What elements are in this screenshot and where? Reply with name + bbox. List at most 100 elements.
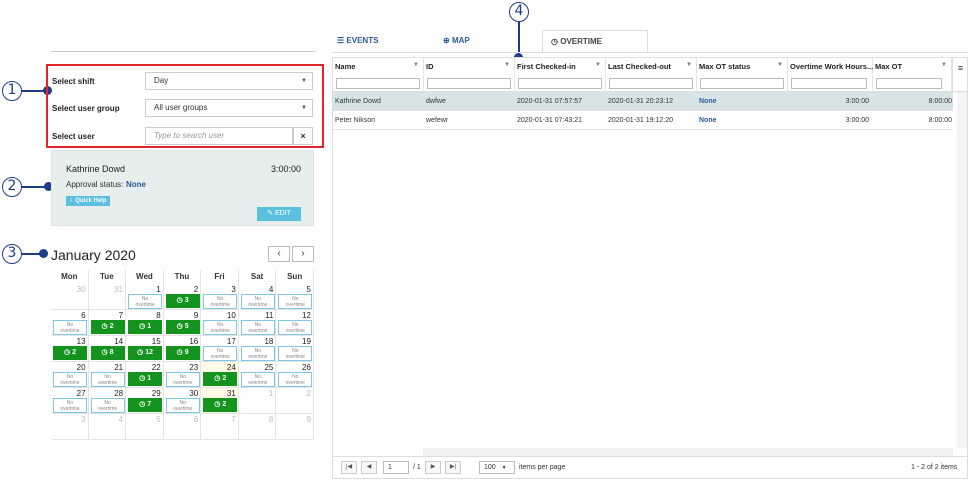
overtime-badge[interactable]: ◷ 8 [90, 346, 125, 360]
calendar-prev-button[interactable]: ‹ [268, 246, 290, 262]
overtime-badge[interactable]: ◷ 2 [90, 320, 125, 334]
calendar-day[interactable]: 13 ◷ 2 [51, 336, 89, 362]
calendar-day[interactable]: 15 ◷ 12 [126, 336, 164, 362]
calendar-day[interactable]: 8 [238, 414, 277, 440]
filter-name-input[interactable] [336, 78, 420, 89]
overtime-badge[interactable]: ◷ 2 [203, 398, 238, 412]
page-size-select[interactable]: 100 ▼ [479, 461, 515, 474]
calendar-day[interactable]: 3 No overtime [201, 284, 239, 310]
column-overtime-hours[interactable]: Overtime Work Hours... [788, 58, 873, 92]
shift-select[interactable]: Day ▼ [145, 72, 313, 90]
calendar-day[interactable]: 5 No overtime [276, 284, 314, 310]
calendar-day[interactable]: 18 No overtime [238, 336, 277, 362]
clear-user-button[interactable]: × [293, 127, 313, 145]
overtime-badge[interactable]: ◷ 7 [128, 398, 163, 412]
column-max-ot[interactable]: Max OT ▼ [873, 58, 952, 92]
calendar-day[interactable]: 8 ◷ 1 [126, 310, 164, 336]
overtime-badge[interactable]: ◷ 2 [203, 372, 238, 386]
calendar-day[interactable]: 2 [276, 388, 314, 414]
tab-events[interactable]: ☰ EVENTS [337, 30, 378, 52]
filter-id-input[interactable] [427, 78, 511, 89]
filter-max-ot-input[interactable] [876, 78, 942, 89]
calendar-day[interactable]: 11 No overtime [238, 310, 277, 336]
first-page-button[interactable]: |◀ [341, 461, 357, 474]
chevron-down-icon[interactable]: ▼ [686, 62, 692, 68]
column-max-ot-status[interactable]: Max OT status ▼ [697, 58, 788, 92]
group-select[interactable]: All user groups ▼ [145, 99, 313, 117]
filter-overtime-hours-input[interactable] [791, 78, 867, 89]
calendar-day[interactable]: 1 [238, 388, 277, 414]
overtime-badge[interactable]: ◷ 12 [128, 346, 163, 360]
calendar-day[interactable]: 20 No overtime [51, 362, 89, 388]
weekday-tue: Tue [89, 270, 127, 284]
overtime-badge[interactable]: ◷ 2 [53, 346, 87, 360]
chevron-down-icon[interactable]: ▼ [595, 62, 601, 68]
calendar-day[interactable]: 1 No overtime [126, 284, 164, 310]
calendar-day[interactable]: 10 No overtime [201, 310, 239, 336]
last-page-button[interactable]: ▶| [445, 461, 461, 474]
column-menu-button[interactable]: ≡ [952, 58, 968, 92]
calendar-day[interactable]: 31 ◷ 2 [201, 388, 239, 414]
weekday-mon: Mon [51, 270, 89, 284]
overtime-badge[interactable]: ◷ 1 [128, 320, 163, 334]
overtime-badge[interactable]: ◷ 5 [165, 320, 200, 334]
calendar-day[interactable]: 6 [163, 414, 202, 440]
chevron-down-icon[interactable]: ▼ [941, 62, 947, 68]
table-row[interactable]: Peter Nikson wefewr 2020-01-31 07:43:21 … [333, 111, 953, 130]
filter-first-checkin-input[interactable] [518, 78, 602, 89]
tab-overtime[interactable]: ◷ OVERTIME [542, 30, 648, 52]
column-first-checkin[interactable]: First Checked-in ▼ [515, 58, 606, 92]
prev-page-button[interactable]: ◀ [361, 461, 377, 474]
tab-map[interactable]: ⊕ MAP [443, 30, 470, 52]
calendar-day[interactable]: 2 ◷ 3 [163, 284, 202, 310]
page-number-input[interactable]: 1 [383, 461, 409, 474]
quick-help-button[interactable]: ♀ Quick Help [66, 196, 110, 206]
tab-overtime-label: OVERTIME [560, 37, 602, 46]
calendar-day[interactable]: 4 [88, 414, 127, 440]
calendar-day[interactable]: 6 No overtime [51, 310, 89, 336]
calendar-day[interactable]: 4 No overtime [238, 284, 277, 310]
calendar-day[interactable]: 9 ◷ 5 [163, 310, 202, 336]
overtime-badge[interactable]: ◷ 9 [165, 346, 200, 360]
horizontal-scrollbar[interactable] [423, 448, 953, 456]
calendar-day[interactable]: 27 No overtime [51, 388, 89, 414]
filter-last-checkout-input[interactable] [609, 78, 693, 89]
calendar-day[interactable]: 25 No overtime [238, 362, 277, 388]
calendar-day[interactable]: 29 ◷ 7 [126, 388, 164, 414]
filter-max-ot-status-input[interactable] [700, 78, 784, 89]
chevron-down-icon[interactable]: ▼ [504, 62, 510, 68]
calendar-day[interactable]: 22 ◷ 1 [126, 362, 164, 388]
calendar-day[interactable]: 28 No overtime [88, 388, 127, 414]
vertical-scrollbar[interactable] [957, 92, 967, 448]
calendar-day[interactable]: 26 No overtime [276, 362, 314, 388]
edit-button[interactable]: ✎ EDIT [257, 207, 301, 221]
chevron-down-icon[interactable]: ▼ [777, 62, 783, 68]
calendar-day[interactable]: 19 No overtime [276, 336, 314, 362]
calendar-day[interactable]: 24 ◷ 2 [201, 362, 239, 388]
calendar-day[interactable]: 17 No overtime [201, 336, 239, 362]
user-search-input[interactable]: Type to search user [145, 127, 293, 145]
calendar-day[interactable]: 7 [201, 414, 239, 440]
calendar-day[interactable]: 30 No overtime [163, 388, 202, 414]
calendar-day[interactable]: 31 [88, 284, 127, 310]
items-per-page-label: items per page [519, 464, 566, 471]
column-name[interactable]: Name ▼ [333, 58, 424, 92]
calendar-day[interactable]: 12 No overtime [276, 310, 314, 336]
calendar-day[interactable]: 21 No overtime [88, 362, 127, 388]
overtime-badge[interactable]: ◷ 1 [128, 372, 163, 386]
overtime-badge[interactable]: ◷ 3 [165, 294, 200, 308]
calendar-day[interactable]: 23 No overtime [163, 362, 202, 388]
calendar-day[interactable]: 16 ◷ 9 [163, 336, 202, 362]
calendar-day[interactable]: 14 ◷ 8 [88, 336, 127, 362]
calendar-day[interactable]: 5 [126, 414, 164, 440]
calendar-day[interactable]: 30 [51, 284, 89, 310]
calendar-day[interactable]: 7 ◷ 2 [88, 310, 127, 336]
table-row[interactable]: Kathrine Dowd dwfwe 2020-01-31 07:57:57 … [333, 92, 953, 111]
calendar-day[interactable]: 9 [276, 414, 314, 440]
calendar-day[interactable]: 3 [51, 414, 89, 440]
column-last-checkout[interactable]: Last Checked-out ▼ [606, 58, 697, 92]
next-page-button[interactable]: ▶ [425, 461, 441, 474]
column-id[interactable]: ID ▼ [424, 58, 515, 92]
chevron-down-icon[interactable]: ▼ [413, 62, 419, 68]
calendar-next-button[interactable]: › [292, 246, 314, 262]
